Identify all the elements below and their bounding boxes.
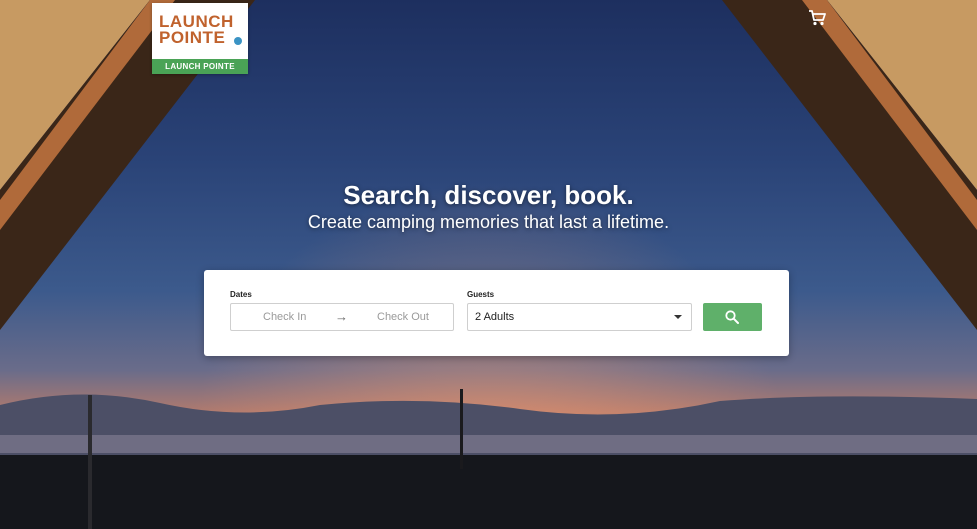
date-range-picker[interactable]: Check In → Check Out: [230, 303, 454, 331]
arrow-right-icon: →: [335, 309, 348, 324]
hero-background: LAUNCH POINTE LAUNCH POINTE Search, disc…: [0, 0, 977, 529]
hero-subheadline: Create camping memories that last a life…: [307, 212, 670, 232]
check-in-field[interactable]: Check In: [263, 304, 306, 330]
guests-select[interactable]: 2 Adults: [467, 303, 692, 331]
logo-banner: LAUNCH POINTE: [152, 59, 248, 74]
launch-pointe-logo[interactable]: LAUNCH POINTE LAUNCH POINTE: [152, 3, 248, 74]
cart-icon[interactable]: [808, 10, 826, 26]
hero-headline: Search, discover, book.: [343, 180, 634, 210]
landscape-silhouette: [0, 389, 977, 529]
caret-down-icon: [674, 315, 682, 319]
search-panel: Dates Check In → Check Out Guests 2 Adul…: [204, 270, 789, 356]
logo-badge-icon: [234, 37, 242, 45]
logo-text-line2: POINTE: [159, 28, 226, 47]
check-out-field[interactable]: Check Out: [377, 304, 429, 330]
search-button[interactable]: [703, 303, 762, 331]
dates-label: Dates: [230, 290, 252, 299]
search-icon: [725, 310, 739, 324]
guests-label: Guests: [467, 290, 495, 299]
guests-value: 2 Adults: [475, 311, 515, 323]
